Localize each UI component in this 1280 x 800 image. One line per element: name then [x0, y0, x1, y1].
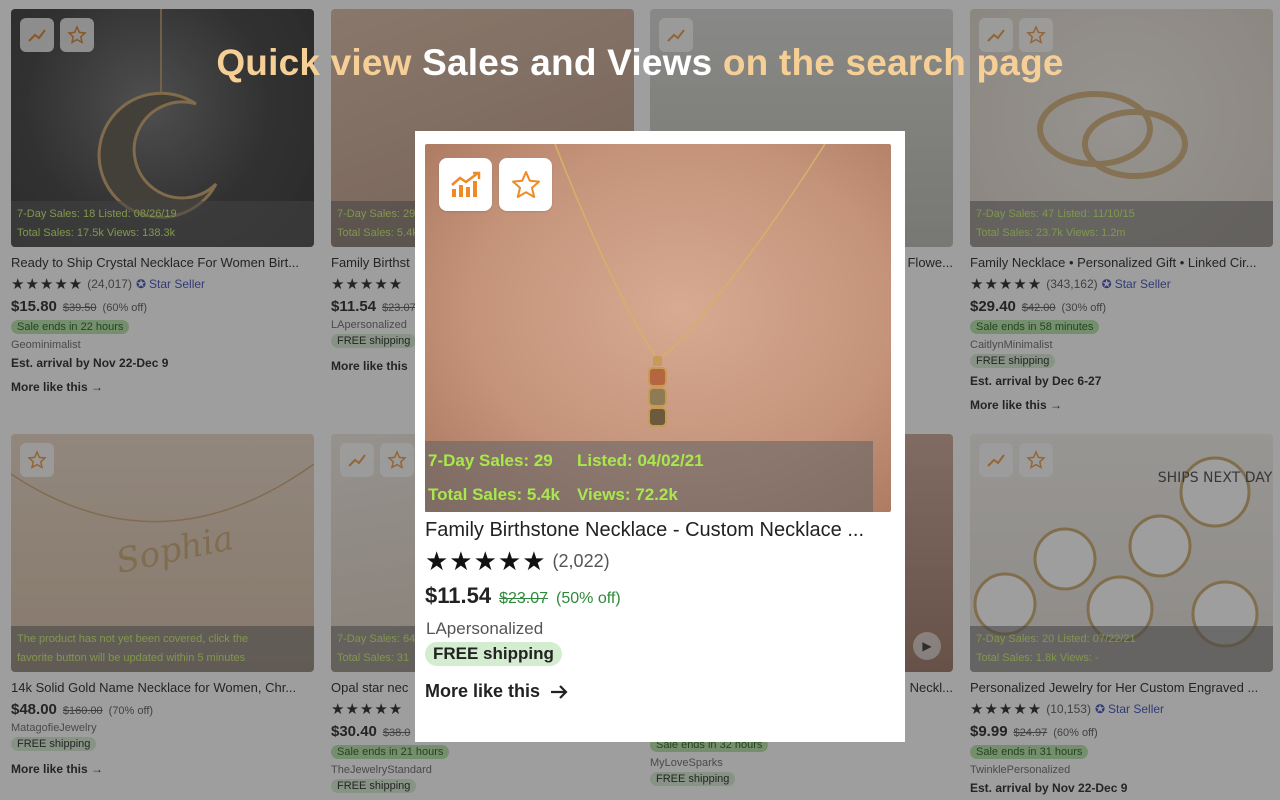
- discount: (50% off): [556, 590, 621, 607]
- rating-row: ★★★★★ (2,022): [425, 548, 610, 574]
- more-like-this-link[interactable]: More like this: [425, 681, 568, 702]
- headline-highlight: Sales and Views: [422, 42, 713, 83]
- headline-part: on the search page: [712, 42, 1064, 83]
- listed-date: Listed: 04/02/21: [577, 451, 704, 470]
- shop-name[interactable]: LApersonalized: [426, 619, 543, 639]
- favorite-star-icon[interactable]: [499, 158, 552, 211]
- sales-chart-icon[interactable]: [439, 158, 492, 211]
- total-views: Views: 72.2k: [577, 485, 678, 504]
- total-sales: Total Sales: 5.4k: [428, 485, 560, 504]
- sales-stats-band: 7-Day Sales: 29 Listed: 04/02/21 Total S…: [425, 441, 873, 512]
- headline-part: Quick view: [216, 42, 423, 83]
- price: $11.54: [425, 583, 492, 608]
- original-price: $23.07: [499, 590, 549, 607]
- more-like-this-label: More like this: [425, 681, 541, 701]
- extension-toolbar: [439, 158, 552, 211]
- seven-day-sales: 7-Day Sales: 29: [428, 451, 553, 470]
- featured-listing-card[interactable]: 7-Day Sales: 29 Listed: 04/02/21 Total S…: [415, 131, 905, 742]
- price-row: $11.54 $23.07 (50% off): [425, 583, 621, 609]
- arrow-right-icon: [551, 684, 568, 699]
- star-rating: ★★★★★: [425, 546, 547, 576]
- rating-count: (2,022): [552, 550, 610, 571]
- listing-title[interactable]: Family Birthstone Necklace - Custom Neck…: [425, 519, 895, 542]
- promo-headline: Quick view Sales and Views on the search…: [0, 42, 1280, 84]
- free-shipping-badge: FREE shipping: [425, 642, 562, 666]
